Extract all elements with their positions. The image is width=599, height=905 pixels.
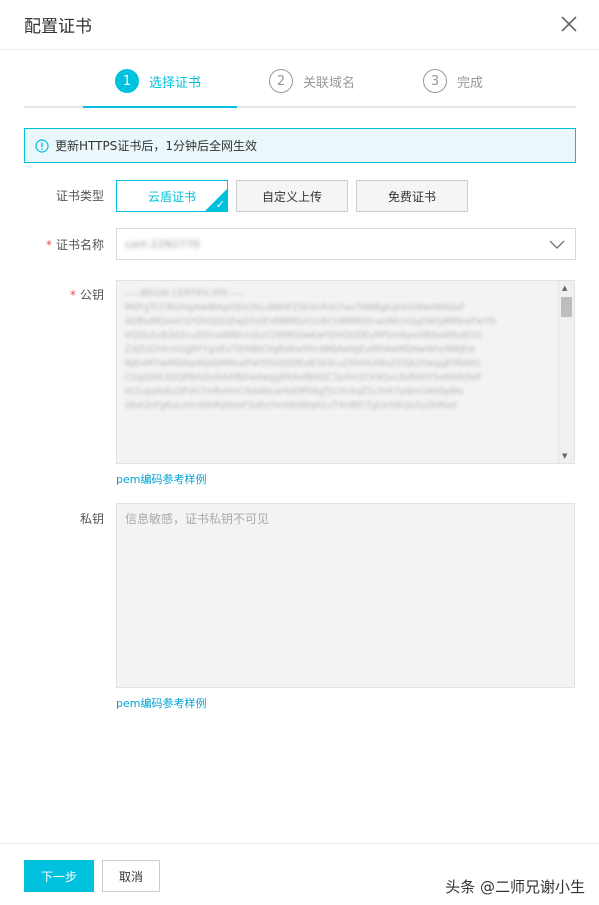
public-key-line: MIIFgTCCBGmgAwIBAgIQDs3bLdNRIFZ5kXnR4s7w… xyxy=(125,303,466,313)
step-select-cert: 1 选择证书 xyxy=(115,68,201,94)
info-icon xyxy=(35,138,49,153)
private-key-sample-link[interactable]: pem编码参考样例 xyxy=(116,695,206,711)
cert-name-label: * 证书名称 xyxy=(24,236,104,253)
scroll-thumb[interactable] xyxy=(561,297,572,317)
active-step-underline xyxy=(83,106,237,108)
public-key-label: * 公钥 xyxy=(24,286,104,303)
private-key-placeholder: 信息敏感，证书私钥不可见 xyxy=(125,512,270,526)
step-bind-domain: 2 关联域名 xyxy=(269,68,355,94)
cert-name-select[interactable]: cert-2292770 xyxy=(116,228,576,260)
public-key-line: tG1uJq4sKx2PdV7mRzHnC0iA6bLwYoE9fS8gTjU3… xyxy=(125,387,464,397)
check-icon: ✓ xyxy=(215,198,225,211)
public-key-sample-link[interactable]: pem编码参考样例 xyxy=(116,471,206,487)
public-key-content: -----BEGIN CERTIFICATE----- MIIFgTCCBGmgA… xyxy=(117,281,574,419)
step-complete: 3 完成 xyxy=(423,68,483,94)
step-label: 完成 xyxy=(457,75,484,91)
step-label: 关联域名 xyxy=(303,75,356,91)
step-number: 3 xyxy=(423,69,447,93)
dialog-footer: 下一步 取消 头条 @二师兄谢小生 xyxy=(0,843,599,905)
public-key-line: ZXJ5d2hlcmUgRFYgVExTIENBIC0gRzEwHhcNMjAw… xyxy=(125,345,476,355)
public-key-line: QbA2sFg6uLxVcN9tRj0kIoP3aEzYmS8dWqH1vT4n… xyxy=(125,401,457,411)
cert-type-label: 证书类型 xyxy=(55,189,104,203)
step-number: 1 xyxy=(115,69,139,93)
scroll-up-icon[interactable]: ▲ xyxy=(562,284,567,292)
public-key-line: VQQLExB3d3cuZGlnaWNlcnQuY29tMS0wKwYDVQQD… xyxy=(125,331,483,341)
step-indicator: 1 选择证书 2 关联域名 3 完成 xyxy=(24,50,576,108)
cert-type-custom-upload-button[interactable]: 自定义上传 xyxy=(236,180,348,212)
chevron-down-icon xyxy=(549,240,565,249)
public-key-line: CSqGSIb3DQEBAQUAA4IBDwAwggEKAoIBAQC7pXm2… xyxy=(125,373,482,383)
step-number: 2 xyxy=(269,69,293,93)
private-key-textarea[interactable]: 信息敏感，证书私钥不可见 xyxy=(116,503,575,688)
cancel-button[interactable]: 取消 xyxy=(102,860,160,892)
cert-type-option-label: 免费证书 xyxy=(387,189,436,204)
required-mark: * xyxy=(69,288,76,302)
cert-name-label-text: 证书名称 xyxy=(55,238,104,252)
public-key-textarea[interactable]: -----BEGIN CERTIFICATE----- MIIFgTCCBGmgA… xyxy=(116,280,575,464)
cert-type-option-label: 自定义上传 xyxy=(261,189,322,204)
public-key-label-text: 公钥 xyxy=(79,288,104,302)
notice-text: 更新HTTPS证书后，1分钟后全网生效 xyxy=(55,139,257,153)
private-key-label: 私钥 xyxy=(79,512,104,526)
dialog-title: 配置证书 xyxy=(24,17,92,37)
close-icon[interactable] xyxy=(559,14,579,34)
cert-type-option-label: 云盾证书 xyxy=(147,189,196,204)
public-key-line: -----BEGIN CERTIFICATE----- xyxy=(125,289,245,299)
cert-type-free-button[interactable]: 免费证书 xyxy=(356,180,468,212)
scroll-down-icon[interactable]: ▼ xyxy=(562,452,567,460)
cert-name-value: cert-2292770 xyxy=(125,237,200,251)
info-notice: 更新HTTPS证书后，1分钟后全网生效 xyxy=(24,128,576,163)
required-mark: * xyxy=(45,238,52,252)
dialog-header: 配置证书 xyxy=(0,0,599,50)
next-step-button[interactable]: 下一步 xyxy=(24,860,94,892)
public-key-line: NjExMTIwMDAwWjAbMRkwFwYDVQQDExB3d3cuZXhh… xyxy=(125,359,481,369)
watermark: 头条 @二师兄谢小生 xyxy=(445,878,585,896)
step-label: 选择证书 xyxy=(149,75,202,91)
cert-type-cloud-shield-button[interactable]: 云盾证书 ✓ xyxy=(116,180,228,212)
public-key-line: ADBuMQswCQYDVQQGEwJVUzEVMBMGA1UEChMMRGln… xyxy=(125,317,496,327)
public-key-scrollbar[interactable]: ▲ ▼ xyxy=(558,281,574,463)
